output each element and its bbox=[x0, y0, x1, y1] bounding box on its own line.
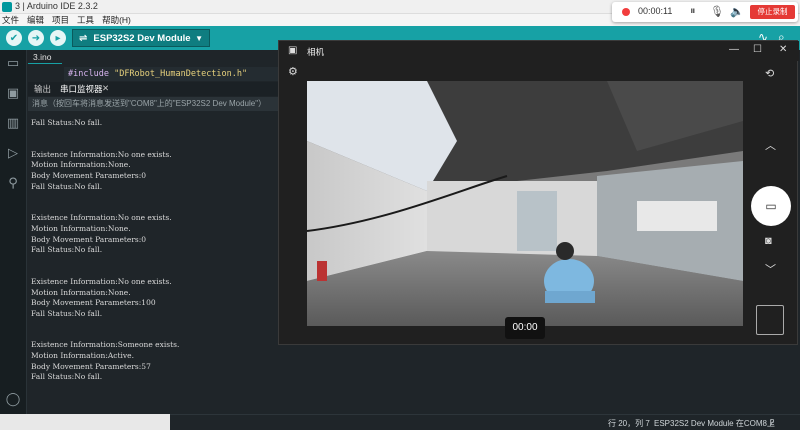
pause-icon[interactable]: ⏸ bbox=[690, 5, 696, 18]
serial-line: Motion Information:None. bbox=[31, 287, 131, 297]
serial-line bbox=[31, 266, 280, 277]
chevron-down-icon: ▼ bbox=[195, 33, 203, 43]
cursor-position: 行 20，列 7 bbox=[608, 419, 650, 428]
taskbar-fragment bbox=[0, 414, 170, 430]
menu-project[interactable]: 项目 bbox=[52, 14, 69, 26]
camera-scene bbox=[307, 81, 743, 326]
debug-button[interactable]: ▸ bbox=[50, 30, 66, 46]
code-keyword: #include bbox=[68, 69, 109, 79]
serial-line bbox=[31, 139, 280, 150]
board-manager-icon[interactable]: ▣ bbox=[4, 84, 22, 102]
camera-preview bbox=[307, 81, 743, 326]
camera-title: 相机 bbox=[307, 47, 325, 57]
search-icon[interactable]: ⚲ bbox=[4, 174, 22, 192]
arduino-app-icon bbox=[2, 2, 12, 12]
board-name: ESP32S2 Dev Module bbox=[93, 32, 191, 44]
serial-message-input[interactable]: 消息（按回车将消息发送到"COM8"上的"ESP32S2 Dev Module"… bbox=[28, 97, 280, 111]
window-title: 3 | Arduino IDE 2.3.2 bbox=[15, 1, 98, 11]
serial-line: Existence Information:No one exists. bbox=[31, 276, 172, 286]
serial-line: Fall Status:No fall. bbox=[31, 308, 103, 318]
serial-line: Existence Information:No one exists. bbox=[31, 213, 172, 223]
code-line-include[interactable]: #include "DFRobot_HumanDetection.h" bbox=[64, 67, 280, 81]
check-icon: ✔ bbox=[9, 32, 19, 44]
usb-icon: ⇌ bbox=[79, 32, 88, 44]
code-string: "DFRobot_HumanDetection.h" bbox=[114, 69, 248, 79]
chevron-down-icon[interactable]: ﹀ bbox=[765, 261, 776, 277]
serial-line bbox=[31, 256, 280, 267]
stop-recording-button[interactable]: 停止录制 bbox=[750, 5, 795, 19]
switch-camera-icon[interactable]: ⟲ bbox=[765, 67, 774, 80]
serial-line: Fall Status:No fall. bbox=[31, 372, 103, 382]
camera-app-icon: ▣ bbox=[288, 45, 298, 56]
close-icon[interactable]: ✕ bbox=[102, 83, 109, 94]
serial-line bbox=[31, 319, 280, 330]
serial-line: Body Movement Parameters:0 bbox=[31, 170, 147, 180]
serial-line: Fall Status:No fall. bbox=[31, 245, 103, 255]
bottom-panel-tabs: 输出 串口监视器 ✕ bbox=[28, 82, 280, 96]
menu-tools[interactable]: 工具 bbox=[77, 14, 94, 26]
arrow-right-icon: ➜ bbox=[31, 32, 41, 44]
serial-line: Body Movement Parameters:57 bbox=[31, 361, 151, 371]
serial-line: Existence Information:Someone exists. bbox=[31, 340, 180, 350]
recording-dot-icon bbox=[622, 8, 630, 16]
serial-line bbox=[31, 203, 280, 214]
serial-line: Existence Information:No one exists. bbox=[31, 149, 172, 159]
video-icon: ▭ bbox=[765, 199, 777, 213]
minimize-icon[interactable]: — bbox=[729, 44, 739, 55]
debug-sidebar-icon[interactable]: ▷ bbox=[4, 144, 22, 162]
recording-time: 00:00:11 bbox=[638, 6, 673, 16]
serial-line bbox=[31, 330, 280, 341]
serial-output: Fall Status:No fall. Existence Informati… bbox=[28, 118, 280, 414]
board-selector[interactable]: ⇌ ESP32S2 Dev Module ▼ bbox=[72, 29, 210, 47]
debug-icon: ▸ bbox=[55, 32, 61, 44]
camera-window: ▣ 相机 — ☐ ✕ ⚙ 00:00 ⟲ ︿ ▭ ◙ ﹀ bbox=[278, 40, 799, 345]
record-video-button[interactable]: ▭ bbox=[751, 186, 791, 226]
library-icon[interactable]: ▥ bbox=[4, 114, 22, 132]
activity-sidebar: ▭ ▣ ▥ ▷ ⚲ ◯ bbox=[0, 50, 27, 414]
menu-edit[interactable]: 编辑 bbox=[27, 14, 44, 26]
tab-output[interactable]: 输出 bbox=[34, 83, 51, 95]
tab-sketch-file[interactable]: 3.ino bbox=[28, 50, 62, 64]
account-icon[interactable]: ◯ bbox=[4, 390, 22, 408]
recording-timer: 00:00 bbox=[505, 317, 545, 339]
serial-line bbox=[31, 129, 280, 140]
maximize-icon[interactable]: ☐ bbox=[753, 44, 762, 55]
close-window-icon[interactable]: ✕ bbox=[779, 44, 787, 55]
screen-recorder-bar: 00:00:11 ⏸ 🎙 🔈 停止录制 bbox=[612, 2, 798, 22]
menu-help[interactable]: 帮助(H) bbox=[102, 14, 131, 26]
microphone-icon[interactable]: 🎙 bbox=[710, 5, 724, 18]
serial-line: Fall Status:No fall. bbox=[31, 118, 103, 127]
notification-count[interactable]: 2 bbox=[770, 418, 774, 427]
serial-line: Motion Information:None. bbox=[31, 223, 131, 233]
chevron-up-icon[interactable]: ︿ bbox=[765, 137, 776, 153]
verify-button[interactable]: ✔ bbox=[6, 30, 22, 46]
photo-mode-icon[interactable]: ◙ bbox=[765, 235, 772, 247]
serial-line bbox=[31, 192, 280, 203]
board-port-status[interactable]: ESP32S2 Dev Module 在COM8上 bbox=[654, 418, 775, 429]
serial-line: Fall Status:No fall. bbox=[31, 181, 103, 191]
serial-line: Body Movement Parameters:100 bbox=[31, 298, 156, 308]
serial-line: Motion Information:None. bbox=[31, 160, 131, 170]
gallery-thumbnail[interactable] bbox=[756, 305, 784, 335]
camera-title-bar: ▣ 相机 — ☐ ✕ bbox=[279, 41, 799, 61]
serial-line: Motion Information:Active. bbox=[31, 351, 134, 361]
upload-button[interactable]: ➜ bbox=[28, 30, 44, 46]
camera-settings-icon[interactable]: ⚙ bbox=[288, 65, 298, 78]
serial-line: Body Movement Parameters:0 bbox=[31, 234, 147, 244]
tab-serial-monitor[interactable]: 串口监视器 bbox=[60, 83, 103, 95]
speaker-icon[interactable]: 🔈 bbox=[730, 5, 744, 18]
menu-file[interactable]: 文件 bbox=[2, 14, 19, 26]
folder-icon[interactable]: ▭ bbox=[4, 54, 22, 72]
